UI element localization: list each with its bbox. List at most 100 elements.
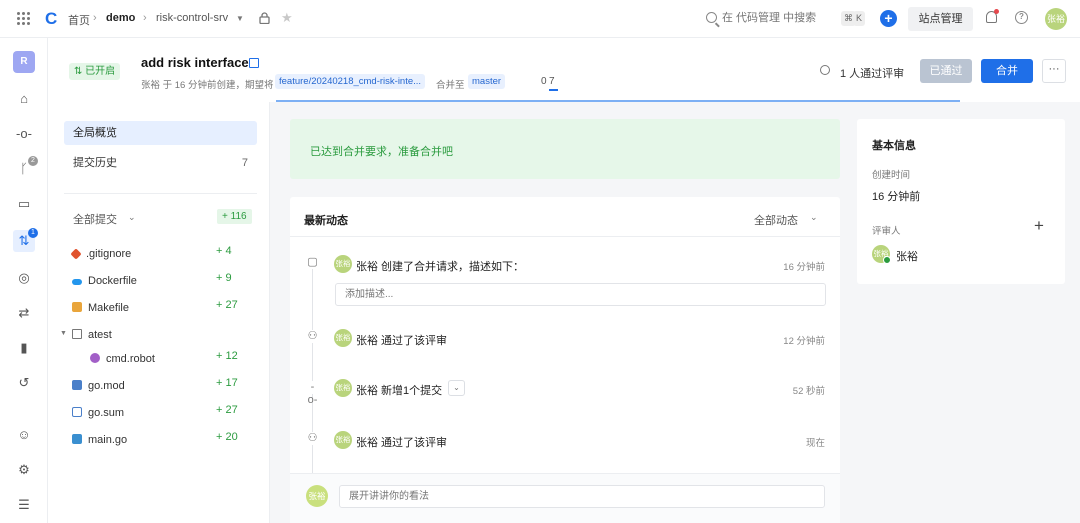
event-text: 张裕 创建了合并请求，描述如下： [356,261,525,273]
home-icon[interactable]: ⌂ [16,91,32,107]
event-time: 52 秒前 [792,386,825,397]
logo-icon[interactable]: C [45,9,57,29]
file-panel: 全局概览 提交历史 7 全部提交 ⌄ + 116 .gitignore + 4 … [48,102,270,523]
feed-filter-dropdown[interactable]: 全部动态 [754,212,798,228]
app-grid-icon[interactable] [17,12,31,26]
info-title: 基本信息 [872,140,916,152]
branch-count-badge: 2 [28,156,38,166]
go-mod-icon [72,380,82,390]
file-item[interactable]: .gitignore [70,245,240,263]
docker-icon [72,279,82,285]
event-text: 张裕 新增1个提交 [356,385,443,397]
breadcrumb-separator-icon: › [93,12,97,24]
go-sum-icon [72,407,82,417]
settings-icon[interactable]: ⚙ [16,462,32,478]
target-branch-tag[interactable]: master [468,74,506,89]
reviewer-icon [820,65,830,75]
file-name: .gitignore [86,248,132,260]
file-item[interactable]: go.sum [72,404,240,422]
help-icon[interactable]: ? [1015,11,1028,24]
merge-request-header: ⇅ 已开启 add risk interface 张裕 于 16 分钟前创建，期… [48,38,1080,102]
go-file-icon [72,434,82,444]
commit-count: 7 [241,157,248,169]
file-added-count: + 9 [216,272,232,284]
event-time: 现在 [805,438,825,449]
merge-button[interactable]: 合并 [981,59,1033,83]
progress-bar [276,100,960,102]
avatar: 张裕 [334,255,352,273]
user-avatar[interactable]: 张裕 [1045,8,1067,30]
member-icon[interactable]: ☺ [16,427,32,443]
nav-commit-history-label: 提交历史 [73,157,117,169]
folder-item[interactable]: atest [72,326,240,344]
add-reviewer-button[interactable]: + [1034,217,1044,234]
expand-commits-button[interactable]: ⌄ [448,380,465,396]
folder-name: atest [88,329,112,341]
stats-icon[interactable]: ▮ [16,340,32,356]
status-badge: ⇅ 已开启 [69,63,121,80]
folder-icon [72,329,82,339]
tab-commits-count[interactable]: 7 [549,76,555,87]
chevron-down-icon[interactable]: ⌄ [810,212,818,223]
avatar: 张裕 [334,379,352,397]
repo-avatar[interactable]: R [13,51,35,73]
breadcrumb-repo[interactable]: risk-control-srv [156,12,228,24]
file-added-count: + 4 [216,245,232,257]
comment-icon: ▢ [306,256,319,269]
comment-bar: 张裕 [290,473,840,523]
all-commits-dropdown[interactable]: 全部提交 [73,211,117,227]
file-item[interactable]: Dockerfile [72,272,240,290]
page-title: add risk interface [141,55,249,70]
file-name: main.go [88,434,128,446]
commit-icon: -o- [306,381,319,406]
folder-expand-icon[interactable]: ▼ [60,330,67,337]
edit-title-icon[interactable] [249,58,259,68]
description-input[interactable] [335,283,826,306]
event-text: 张裕 通过了该评审 [356,437,448,449]
file-added-count: + 27 [216,404,238,416]
pipeline-icon[interactable]: ◎ [16,270,32,286]
star-icon[interactable]: ★ [281,10,293,26]
avatar: 张裕 [306,485,328,507]
breadcrumb-group[interactable]: demo [106,12,135,24]
merge-ready-banner: 已达到合并要求，准备合并吧 [290,119,840,179]
file-item[interactable]: go.mod [72,377,240,395]
create-new-button[interactable]: + [880,10,897,27]
shortcut-key: K [853,11,866,26]
repo-dropdown-icon[interactable]: ▼ [236,14,244,23]
chevron-down-icon[interactable]: ⌄ [128,212,136,223]
compare-icon[interactable]: ⇄ [16,305,32,321]
file-name: Dockerfile [88,275,137,287]
history-icon[interactable]: ↺ [16,375,32,391]
timeline-line [312,267,313,477]
nav-overview[interactable]: 全局概览 [64,121,257,145]
file-item[interactable]: Makefile [72,299,240,317]
approved-check-icon [883,256,891,264]
tab-changes-count[interactable]: 0 [541,76,547,87]
file-added-count: + 27 [216,299,238,311]
reviewer-name: 张裕 [896,251,918,263]
file-item[interactable]: main.go [72,431,240,449]
search-input[interactable] [722,10,822,26]
file-name: Makefile [88,302,129,314]
git-icon [70,248,82,260]
collapse-menu-icon[interactable]: ☰ [16,497,32,513]
source-branch-tag[interactable]: feature/20240218_cmd-risk-inte... [275,74,426,89]
breadcrumb-home[interactable]: 首页 [68,12,90,28]
tag-icon[interactable]: ▭ [16,196,32,212]
file-name: cmd.robot [106,353,155,365]
reviewer-added-icon: ⚇ [306,330,319,343]
total-added-badge: + 116 [217,209,252,224]
comment-input[interactable] [339,485,825,508]
basic-info-panel: 基本信息 创建时间 16 分钟前 评审人 + 张裕 张裕 [857,119,1065,284]
nav-commit-history[interactable]: 提交历史 7 [64,151,257,175]
activity-feed: 最新动态 全部动态 ⌄ ▢ 张裕 张裕 创建了合并请求，描述如下： 16 分钟前… [290,197,840,523]
status-label: 已开启 [85,66,116,77]
makefile-icon [72,302,82,312]
commit-icon[interactable]: -o- [16,126,32,142]
site-admin-button[interactable]: 站点管理 [908,7,973,31]
more-options-button[interactable]: ··· [1042,59,1066,83]
active-tab-indicator [549,89,558,91]
passed-button[interactable]: 已通过 [920,59,972,83]
reviewer-added-icon: ⚇ [306,432,319,445]
